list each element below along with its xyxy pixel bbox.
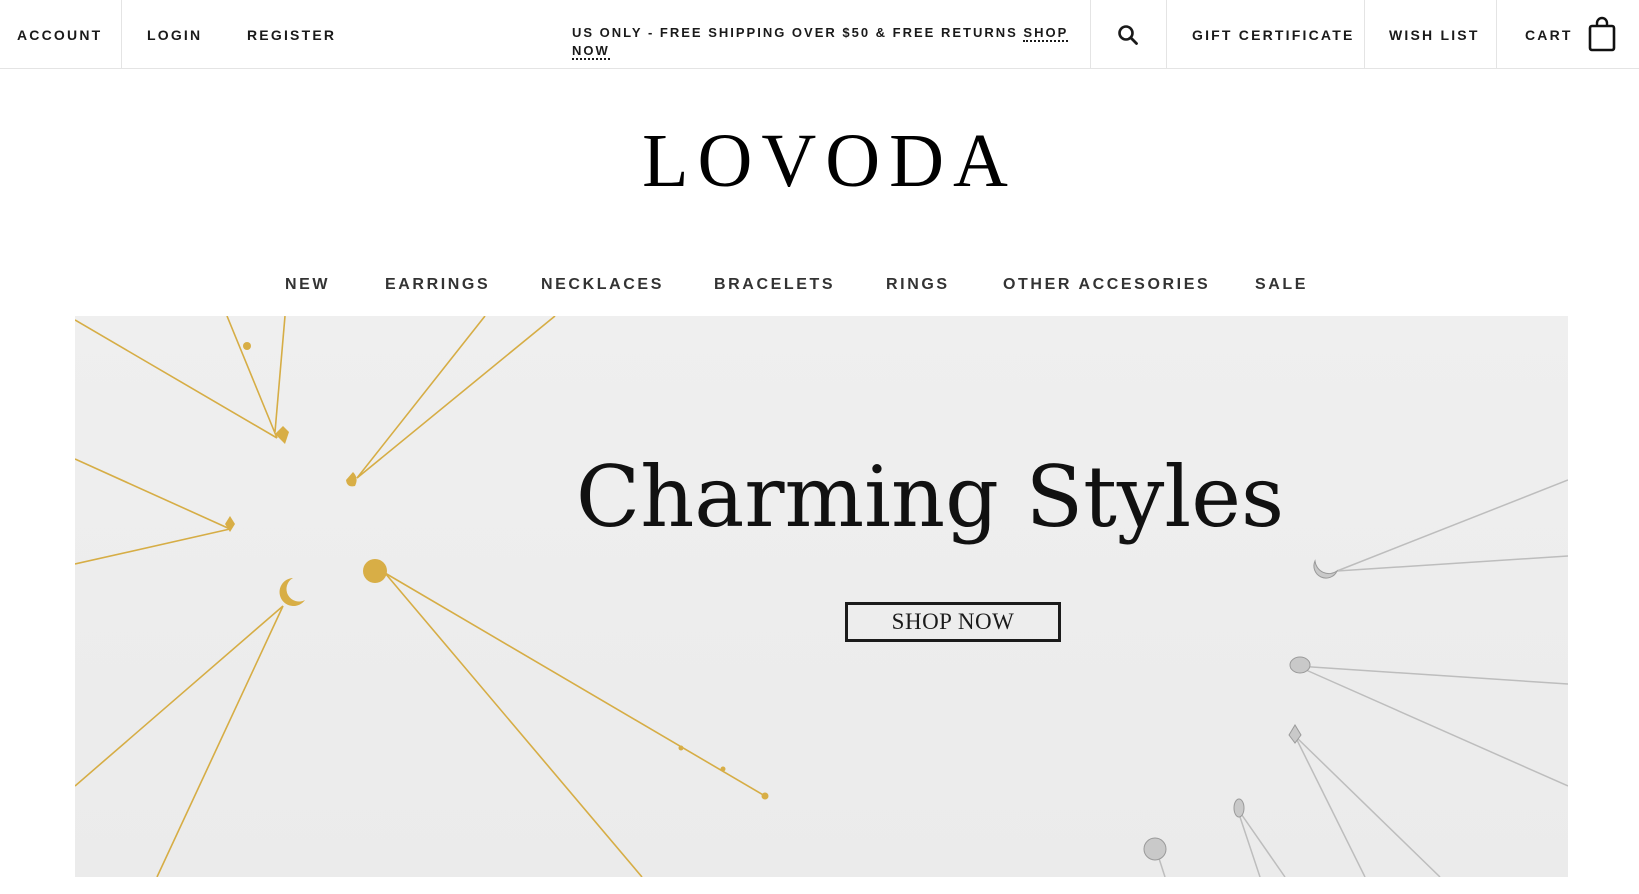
search-button[interactable]: [1090, 0, 1166, 69]
hero-shop-now-button[interactable]: SHOP NOW: [845, 602, 1061, 642]
nav-item-other-accesories[interactable]: OTHER ACCESORIES: [1003, 276, 1210, 302]
cart-link[interactable]: CART: [1525, 0, 1573, 69]
wish-list-link[interactable]: WISH LIST: [1389, 0, 1480, 69]
login-link[interactable]: LOGIN: [147, 0, 202, 69]
nav-item-bracelets[interactable]: BRACELETS: [714, 276, 835, 302]
promo-banner: US ONLY - FREE SHIPPING OVER $50 & FREE …: [572, 24, 1082, 60]
promo-text: US ONLY - FREE SHIPPING OVER $50 & FREE …: [572, 25, 1024, 40]
nav-item-sale[interactable]: SALE: [1255, 276, 1308, 302]
divider: [1496, 0, 1497, 69]
nav-item-rings[interactable]: RINGS: [886, 276, 950, 302]
nav-item-necklaces[interactable]: NECKLACES: [541, 276, 664, 302]
account-link[interactable]: ACCOUNT: [17, 0, 102, 69]
necklaces-image: [75, 316, 1568, 877]
gift-certificate-link[interactable]: GIFT CERTIFICATE: [1192, 0, 1355, 69]
divider: [121, 0, 122, 69]
top-utility-bar: ACCOUNT LOGIN REGISTER US ONLY - FREE SH…: [0, 0, 1639, 69]
hero-headline: Charming Styles: [575, 448, 1285, 546]
shopping-bag-icon[interactable]: [1588, 16, 1616, 52]
nav-item-earrings[interactable]: EARRINGS: [385, 276, 490, 302]
search-icon: [1118, 24, 1138, 45]
brand-logo[interactable]: LOVODA: [0, 116, 1639, 206]
register-link[interactable]: REGISTER: [247, 0, 336, 69]
divider: [1166, 0, 1167, 69]
divider: [1364, 0, 1365, 69]
hero-banner[interactable]: Charming Styles SHOP NOW: [75, 316, 1568, 877]
nav-item-new[interactable]: NEW: [285, 276, 330, 302]
